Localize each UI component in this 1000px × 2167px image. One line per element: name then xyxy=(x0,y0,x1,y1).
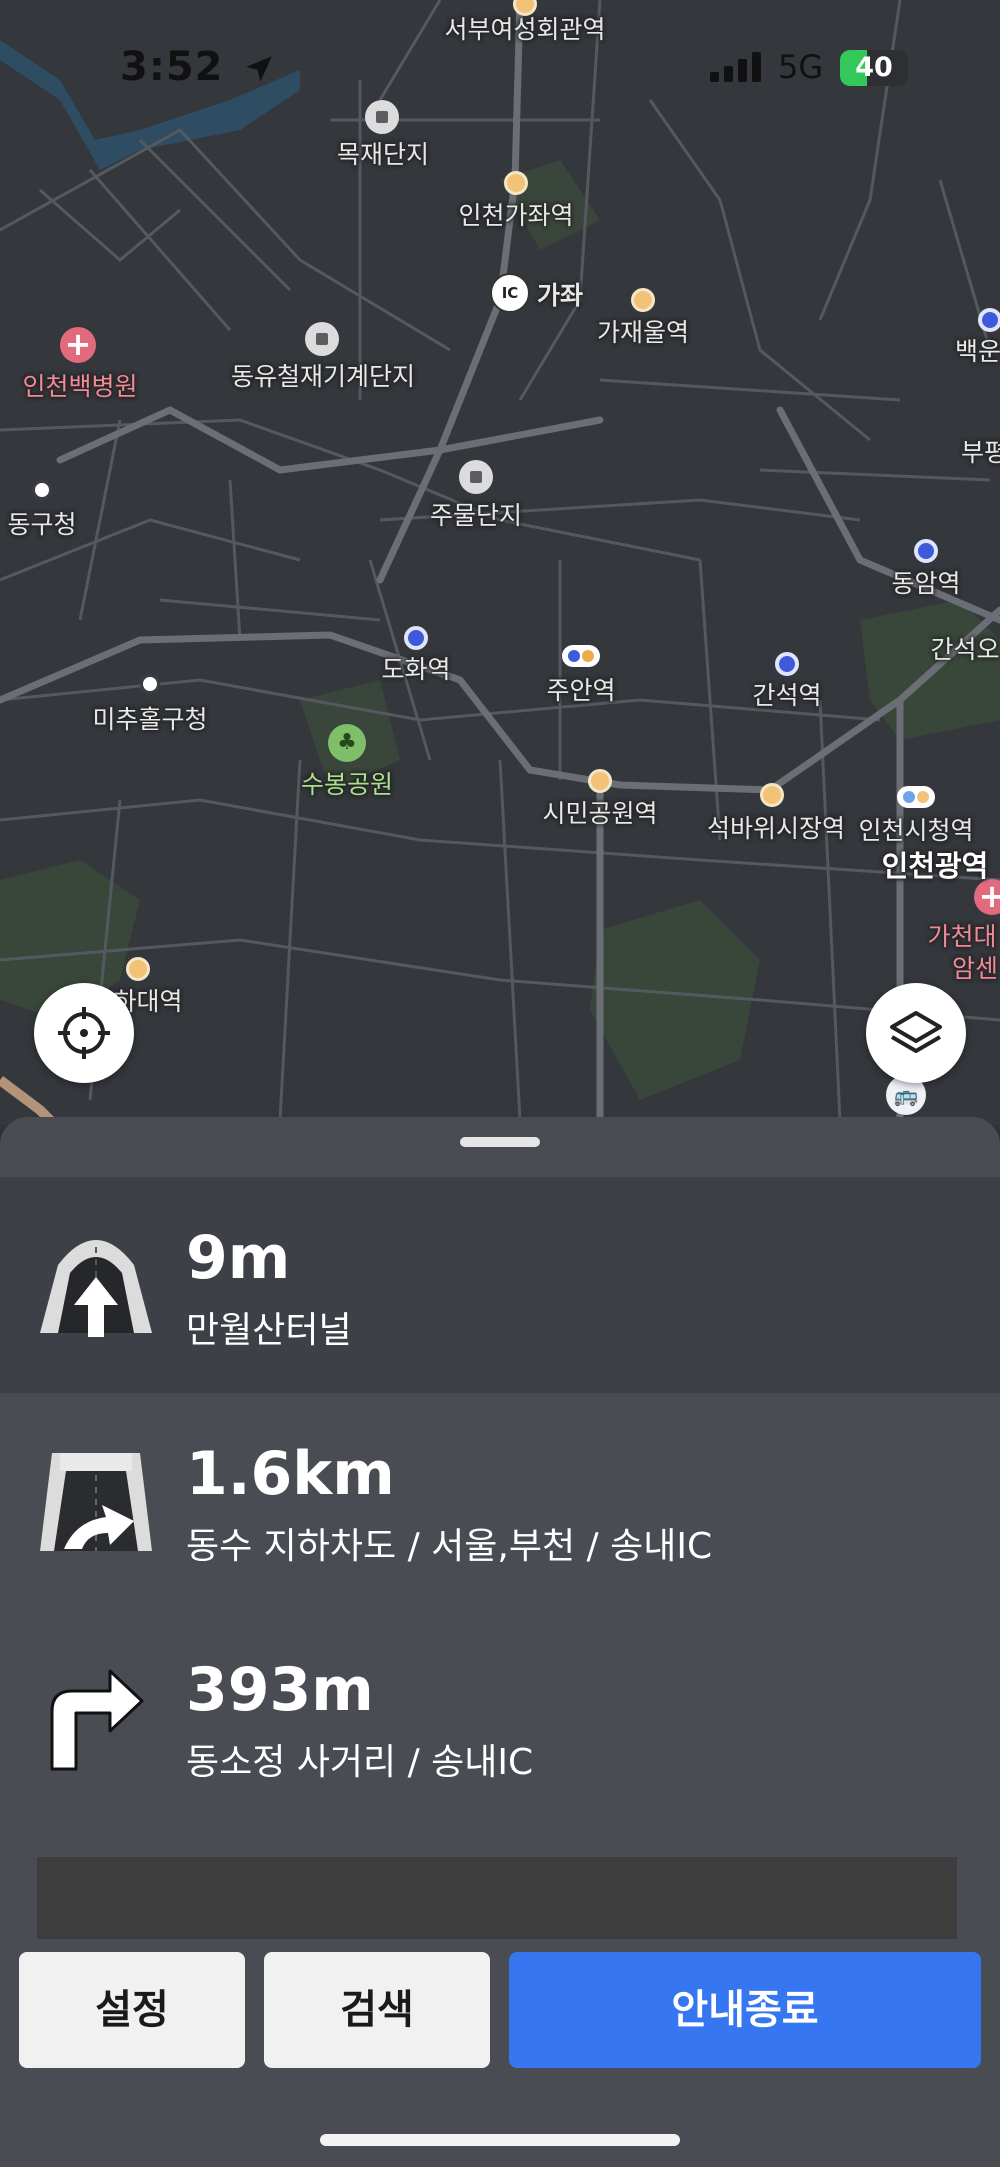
station-marker[interactable] xyxy=(760,783,784,807)
network-type: 5G xyxy=(778,48,824,86)
settings-button[interactable]: 설정 xyxy=(19,1952,245,2068)
underpass-right-icon xyxy=(40,1453,152,1551)
status-time: 3:52 xyxy=(120,44,276,90)
sheet-handle[interactable] xyxy=(460,1137,540,1147)
station-marker[interactable] xyxy=(978,308,1000,332)
map-label: 석바위시장역 xyxy=(706,814,846,843)
map-label: 목재단지 xyxy=(336,140,430,169)
notice-banner xyxy=(37,1857,957,1939)
guidance-step[interactable]: 393m 동소정 사거리 / 송내IC xyxy=(0,1609,1000,1825)
map-label: 가재울역 xyxy=(596,318,690,347)
map-label: 암센 xyxy=(951,954,999,983)
map-label: 주물단지 xyxy=(429,501,523,530)
map-label: 동암역 xyxy=(891,569,961,598)
station-marker[interactable] xyxy=(404,626,428,650)
map-label: 주안역 xyxy=(546,676,616,705)
station-marker[interactable] xyxy=(914,539,938,563)
map-label: 수봉공원 xyxy=(300,770,394,799)
step-description: 만월산터널 xyxy=(186,1310,352,1351)
map-label: 서부여성회관역 xyxy=(444,15,606,44)
step-description: 동수 지하차도 / 서울,부천 / 송내IC xyxy=(186,1526,713,1567)
step-distance: 393m xyxy=(186,1655,374,1725)
transfer-station-marker[interactable] xyxy=(897,786,935,808)
map-label: 백운 xyxy=(954,337,1000,366)
search-button[interactable]: 검색 xyxy=(264,1952,490,2068)
home-indicator[interactable] xyxy=(320,2134,680,2146)
battery-percent: 40 xyxy=(855,52,893,83)
step-distance: 1.6km xyxy=(186,1439,395,1509)
map-label: 인천백병원 xyxy=(22,372,138,401)
map-view[interactable]: IC ♣ 🚌 서부여성회관역 목재단지 인천가좌역 가좌 가재울역 인천백병원 … xyxy=(0,0,1000,1125)
end-guidance-button[interactable]: 안내종료 xyxy=(509,1952,981,2068)
industrial-marker[interactable] xyxy=(305,322,339,356)
status-time-text: 3:52 xyxy=(120,44,224,90)
step-distance: 9m xyxy=(186,1223,291,1293)
ic-badge[interactable]: IC xyxy=(490,273,530,313)
road-network xyxy=(0,0,1000,1125)
station-marker[interactable] xyxy=(126,957,150,981)
guidance-step-current[interactable]: 9m 만월산터널 xyxy=(0,1177,1000,1393)
map-label: 시민공원역 xyxy=(542,799,658,828)
crosshair-icon xyxy=(58,1007,110,1059)
map-label: 부평 xyxy=(960,438,1000,467)
map-label: 동구청 xyxy=(7,510,77,539)
station-marker[interactable] xyxy=(504,171,528,195)
map-label: 도화역 xyxy=(381,655,451,684)
guidance-sheet[interactable]: 9m 만월산터널 1.6km 동수 지하차도 / 서울,부천 / 송내IC 39… xyxy=(0,1117,1000,2167)
my-location-button[interactable] xyxy=(34,983,134,1083)
station-marker[interactable] xyxy=(775,652,799,676)
turn-right-icon xyxy=(50,1669,144,1771)
park-marker[interactable]: ♣ xyxy=(328,724,366,762)
guidance-step[interactable]: 1.6km 동수 지하차도 / 서울,부천 / 송내IC xyxy=(0,1393,1000,1609)
map-label: 미추홀구청 xyxy=(92,705,208,734)
layers-button[interactable] xyxy=(866,983,966,1083)
map-label: 인천가좌역 xyxy=(458,201,574,230)
district-office-marker[interactable] xyxy=(140,674,160,694)
map-label: 동유철재기계단지 xyxy=(230,362,416,391)
map-label: 인천광역 xyxy=(881,849,989,883)
industrial-marker[interactable] xyxy=(365,100,399,134)
map-label: 가천대 xyxy=(927,922,997,951)
cellular-signal-icon xyxy=(710,52,761,82)
map-label: 가좌 xyxy=(536,281,584,310)
transfer-station-marker[interactable] xyxy=(562,645,600,667)
map-label: 인천시청역 xyxy=(858,816,974,845)
map-label: 간석역 xyxy=(752,681,822,710)
battery-icon: 40 xyxy=(840,50,908,86)
layers-icon xyxy=(890,1011,942,1053)
map-label: 간석오 xyxy=(930,635,1000,664)
station-marker[interactable] xyxy=(588,769,612,793)
tunnel-straight-icon xyxy=(40,1240,152,1337)
hospital-marker[interactable] xyxy=(60,325,96,363)
industrial-marker[interactable] xyxy=(459,460,493,494)
step-description: 동소정 사거리 / 송내IC xyxy=(186,1742,534,1783)
station-marker[interactable] xyxy=(631,288,655,312)
location-arrow-icon xyxy=(246,56,273,82)
district-office-marker[interactable] xyxy=(32,480,52,500)
